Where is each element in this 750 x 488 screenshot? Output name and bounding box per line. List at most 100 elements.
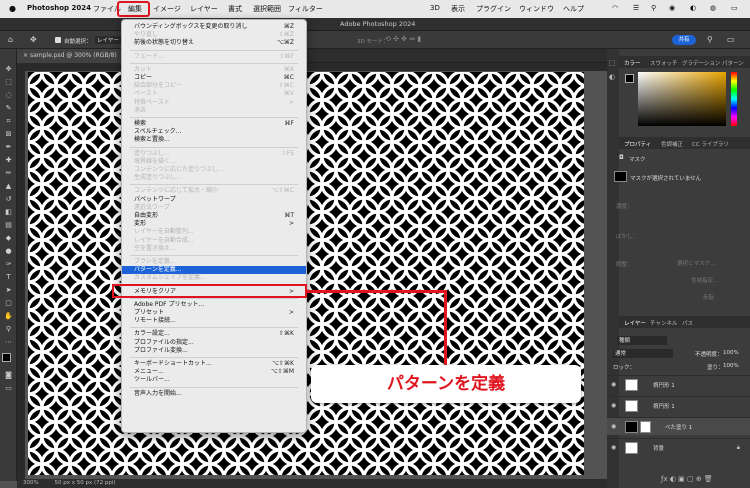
tab-gradient[interactable]: グラデーション — [682, 59, 720, 67]
menu-item[interactable]: リモート接続... — [122, 317, 306, 325]
select-and-mask-button[interactable]: 選択とマスク... — [677, 259, 715, 267]
visibility-eye-icon[interactable]: ◉ — [611, 423, 616, 430]
more-tools-icon[interactable]: ⋯ — [3, 338, 14, 347]
menu-image[interactable]: イメージ — [153, 4, 181, 14]
siri-icon[interactable]: ◉ — [669, 4, 675, 12]
menu-item[interactable]: 検索 ⌘F — [122, 120, 306, 128]
layer-row-selected[interactable]: ◉ べた塗り 1 — [607, 417, 750, 435]
menu-filter[interactable]: フィルター — [288, 4, 323, 14]
tab-layers[interactable]: レイヤー — [624, 319, 646, 327]
screen-icon[interactable]: ▭ — [731, 4, 738, 12]
quick-select-icon[interactable]: ✎ — [3, 104, 14, 113]
menu-item[interactable]: プリセット > — [122, 309, 306, 317]
screen-mode-icon[interactable]: ▭ — [3, 384, 14, 393]
marquee-icon[interactable]: ⬚ — [3, 78, 14, 87]
visibility-eye-icon[interactable]: ◉ — [611, 444, 616, 451]
fg-color-swatch[interactable] — [625, 74, 634, 83]
workspace-icon[interactable]: ▭ — [727, 35, 735, 44]
user-icon[interactable]: ◍ — [710, 4, 716, 12]
menu-view[interactable]: 表示 — [451, 4, 465, 14]
visibility-eye-icon[interactable]: ◉ — [611, 402, 616, 409]
menu-help[interactable]: ヘルプ — [563, 4, 584, 14]
menu-3d[interactable]: 3D — [430, 4, 440, 12]
blend-mode-dropdown[interactable]: 通常 — [613, 349, 673, 358]
menu-type[interactable]: 書式 — [228, 4, 242, 14]
gradient-icon[interactable]: ▤ — [3, 221, 14, 230]
tab-properties[interactable]: プロパティ — [624, 140, 651, 148]
path-select-icon[interactable]: ➤ — [3, 286, 14, 295]
hue-slider[interactable] — [731, 72, 737, 126]
tab-swatches[interactable]: スウォッチ — [650, 59, 678, 67]
foreground-color-swatch[interactable] — [2, 353, 11, 362]
menu-item[interactable]: 検索と置換... — [122, 136, 306, 144]
brush-icon[interactable]: ✏ — [3, 169, 14, 178]
menu-item[interactable]: スペルチェック... — [122, 128, 306, 136]
apple-icon[interactable]: ● — [9, 4, 16, 13]
menu-plugins[interactable]: プラグイン — [476, 4, 511, 14]
move-icon[interactable]: ✥ — [3, 65, 14, 74]
history-brush-icon[interactable]: ↺ — [3, 195, 14, 204]
frame-icon[interactable]: ⊠ — [3, 130, 14, 139]
menu-item[interactable]: 前後の状態を切り替え ⌥⌘Z — [122, 39, 306, 47]
stamp-icon[interactable]: ▲ — [3, 182, 14, 191]
define-pattern-menu-item[interactable]: パターンを定義... — [122, 266, 306, 275]
fill-value[interactable]: 100% — [723, 363, 739, 369]
opacity-value[interactable]: 100% — [723, 350, 739, 356]
blur-icon[interactable]: ◆ — [3, 234, 14, 243]
home-icon[interactable]: ⌂ — [8, 35, 13, 44]
app-menu[interactable]: Photoshop 2024 — [27, 4, 91, 12]
search-icon[interactable]: ⚲ — [707, 35, 713, 44]
tab-channels[interactable]: チャンネル — [650, 319, 677, 327]
tab-pattern[interactable]: パターン — [722, 59, 744, 67]
menu-item[interactable]: メニュー... ⌥⇧⌘M — [122, 368, 306, 376]
layer-filter-kind[interactable]: 種類 — [617, 336, 667, 345]
menu-item[interactable]: バウンディングボックスを変更の取り消し ⌘Z — [122, 23, 306, 31]
move-tool-icon[interactable]: ✥ — [30, 35, 37, 44]
menu-layer[interactable]: レイヤー — [190, 4, 218, 14]
invert-button[interactable]: 反転 — [703, 293, 714, 301]
zoom-level[interactable]: 300% — [23, 480, 39, 486]
layer-row[interactable]: ◉ 楕円形 1 — [607, 396, 750, 414]
menu-window[interactable]: ウィンドウ — [519, 4, 554, 14]
panel-icon[interactable]: ◐ — [609, 73, 615, 81]
panel-icon[interactable]: ⬚ — [609, 59, 616, 67]
lasso-icon[interactable]: ◌ — [3, 91, 14, 100]
menu-item[interactable]: プロファイルの指定... — [122, 339, 306, 347]
menu-item[interactable]: パペットワープ — [122, 196, 306, 204]
tab-adjustments[interactable]: 色調補正 — [661, 140, 683, 148]
tab-color[interactable]: カラー — [624, 59, 641, 67]
tab-cc-libraries[interactable]: CC ライブラリ — [692, 140, 729, 148]
menu-item[interactable]: カラー設定... ⇧⌘K — [122, 330, 306, 338]
zoom-icon[interactable]: ⚲ — [3, 325, 14, 334]
layers-footer-icons[interactable]: ƒx ◐ ▣ ▢ ⊕ 🗑︎ — [661, 475, 713, 483]
eyedropper-icon[interactable]: ✒ — [3, 143, 14, 152]
menu-item[interactable]: 自由変形 ⌘T — [122, 212, 306, 220]
eraser-icon[interactable]: ◧ — [3, 208, 14, 217]
healing-icon[interactable]: ✚ — [3, 156, 14, 165]
shape-icon[interactable]: ▢ — [3, 299, 14, 308]
spotlight-icon[interactable]: ⚲ — [651, 4, 656, 12]
color-picker-field[interactable] — [638, 72, 726, 126]
menu-item[interactable]: Adobe PDF プリセット... — [122, 301, 306, 309]
color-range-button[interactable]: 色域指定... — [691, 276, 718, 284]
menu-item[interactable]: キーボードショートカット... ⌥⇧⌘K — [122, 360, 306, 368]
share-button[interactable]: 共有 — [672, 35, 696, 45]
dodge-icon[interactable]: ● — [3, 247, 14, 256]
type-icon[interactable]: T — [3, 273, 14, 282]
hand-icon[interactable]: ✋ — [3, 312, 14, 321]
wifi-icon[interactable]: ◠ — [612, 4, 618, 12]
3d-tools-icons[interactable]: ⟲ ✣ ✥ ⇔ ▮ — [385, 35, 421, 43]
crop-icon[interactable]: ⌗ — [3, 117, 14, 126]
status-icon[interactable]: ◐ — [690, 4, 696, 12]
layer-row[interactable]: ◉ 楕円形 1 — [607, 375, 750, 393]
menu-item[interactable]: 変形 > — [122, 220, 306, 228]
close-tab-icon[interactable]: × — [23, 52, 28, 59]
menu-item[interactable]: 音声入力を開始... — [122, 390, 306, 398]
control-center-icon[interactable]: ☰ — [633, 4, 639, 12]
quick-mask-icon[interactable]: ◙ — [3, 371, 14, 380]
menu-item[interactable]: プロファイル変換... — [122, 347, 306, 355]
document-tab[interactable]: × sample.psd @ 300% (RGB/8) — [17, 49, 137, 63]
menu-select[interactable]: 選択範囲 — [253, 4, 281, 14]
tab-paths[interactable]: パス — [682, 319, 693, 327]
auto-select-checkbox[interactable] — [55, 37, 61, 43]
